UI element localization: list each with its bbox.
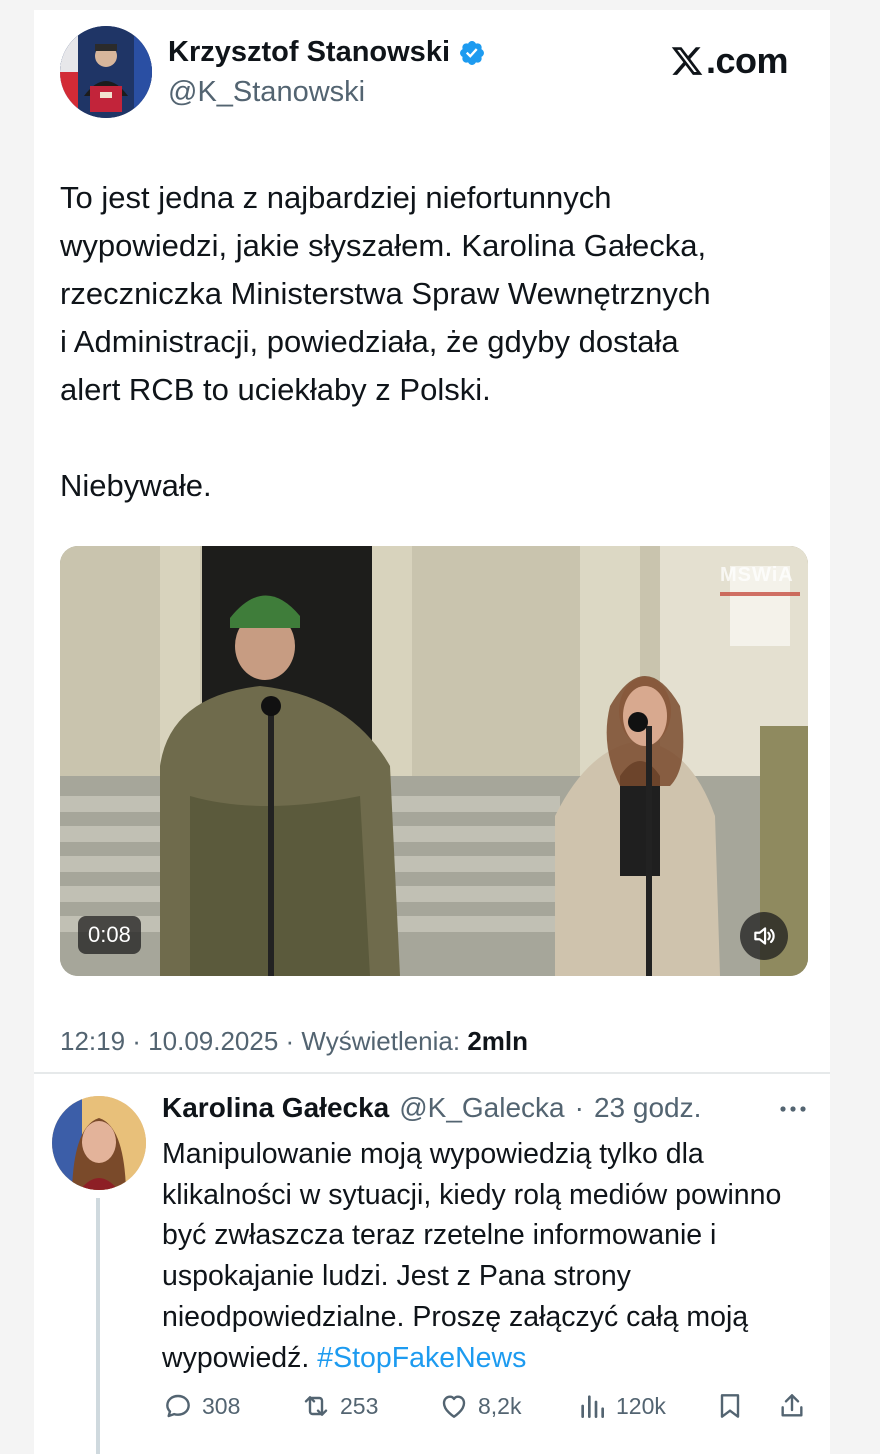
- repost-action[interactable]: 253: [300, 1390, 378, 1422]
- reply-tweet-card[interactable]: Karolina Gałecka @K_Galecka · 23 godz. M…: [34, 1074, 830, 1454]
- main-tweet-card: Krzysztof Stanowski @K_Stanowski .com To…: [34, 10, 830, 1072]
- volume-icon: [754, 927, 775, 945]
- reply-header: Karolina Gałecka @K_Galecka · 23 godz.: [162, 1092, 701, 1124]
- views-count: 120k: [616, 1392, 666, 1419]
- author-name[interactable]: Krzysztof Stanowski: [168, 36, 486, 69]
- repost-count: 253: [340, 1392, 379, 1419]
- bookmark-action[interactable]: [714, 1390, 746, 1422]
- views-action[interactable]: 120k: [576, 1390, 666, 1422]
- share-action[interactable]: [776, 1390, 808, 1422]
- video-watermark: MSWiA: [720, 564, 794, 586]
- tweet-paragraph-1: To jest jedna z najbardziej niefortunnyc…: [60, 180, 711, 407]
- verified-badge-icon: [460, 40, 484, 65]
- author-avatar[interactable]: [60, 26, 152, 118]
- tweet-meta: 12:19 · 10.09.2025 · Wyświetlenia: 2mln: [60, 1026, 528, 1057]
- reply-time[interactable]: 23 godz.: [594, 1092, 701, 1124]
- video-duration: 0:08: [78, 916, 141, 954]
- video-player[interactable]: MSWiA 0:08: [60, 546, 808, 976]
- reply-text: Manipulowanie moją wypowiedzią tylko dla…: [162, 1134, 822, 1378]
- reply-action[interactable]: 308: [162, 1390, 240, 1422]
- reply-author-name[interactable]: Karolina Gałecka: [162, 1092, 389, 1124]
- more-icon[interactable]: [778, 1104, 808, 1114]
- reply-author-avatar[interactable]: [52, 1096, 146, 1190]
- reply-author-handle[interactable]: @K_Galecka: [399, 1092, 564, 1124]
- tweet-timestamp[interactable]: 12:19 · 10.09.2025 · Wyświetlenia:: [60, 1026, 467, 1056]
- reply-separator: ·: [574, 1092, 584, 1123]
- like-icon: [442, 1395, 466, 1418]
- author-handle[interactable]: @K_Stanowski: [168, 76, 365, 109]
- volume-button[interactable]: [740, 912, 788, 960]
- watermark-bar: [720, 592, 800, 596]
- like-action[interactable]: 8,2k: [438, 1390, 521, 1422]
- reply-actions: 308 253 8,2k 120k: [162, 1390, 812, 1430]
- video-frame: [60, 546, 808, 976]
- share-icon: [781, 1394, 803, 1417]
- views-icon: [581, 1395, 604, 1418]
- site-label: .com: [706, 40, 789, 81]
- repost-icon: [304, 1396, 328, 1416]
- reply-icon: [166, 1394, 190, 1418]
- reply-hashtag[interactable]: #StopFakeNews: [317, 1342, 526, 1374]
- tweet-text: To jest jedna z najbardziej niefortunnyc…: [60, 174, 820, 510]
- xcom-logo: .com: [670, 40, 789, 82]
- like-count: 8,2k: [478, 1392, 522, 1419]
- bookmark-icon: [720, 1394, 740, 1418]
- thread-line: [96, 1198, 100, 1454]
- tweet-views-count: 2mln: [467, 1026, 529, 1056]
- x-logo-icon: [671, 47, 703, 75]
- reply-body: Manipulowanie moją wypowiedzią tylko dla…: [162, 1138, 782, 1374]
- reply-count: 308: [202, 1392, 241, 1419]
- tweet-paragraph-2: Niebywałe.: [60, 468, 212, 503]
- author-name-text[interactable]: Krzysztof Stanowski: [168, 36, 450, 69]
